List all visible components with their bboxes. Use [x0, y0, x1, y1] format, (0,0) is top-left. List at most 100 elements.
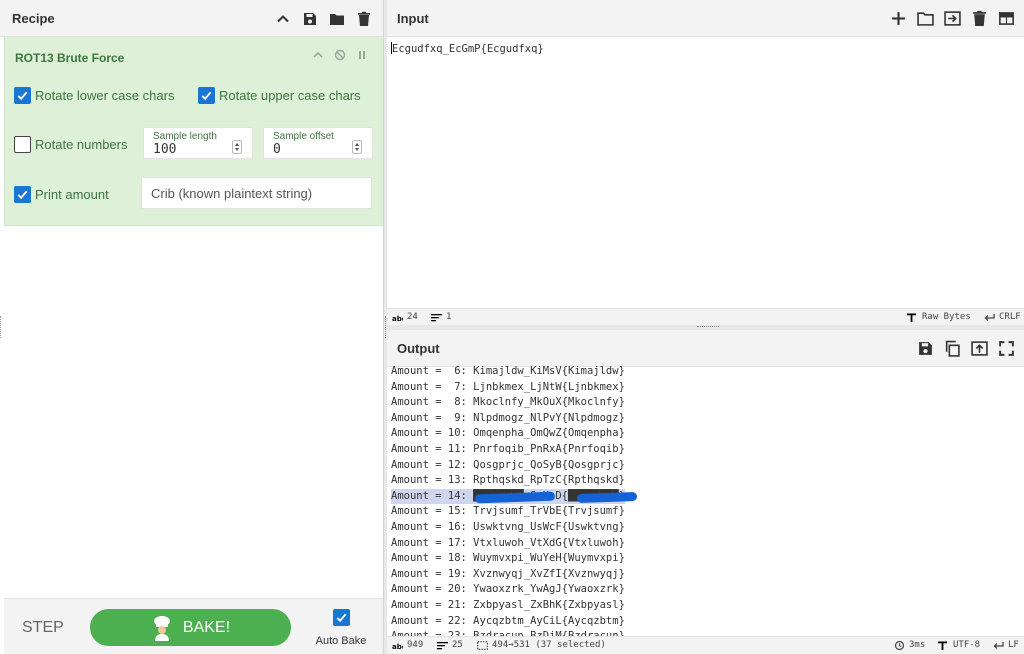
- output-line: Amount = 22: Aycqzbtm_AyCiL{Aycqzbtm}: [391, 614, 625, 627]
- output-line-count: 25: [437, 640, 463, 650]
- recipe-title: Recipe: [12, 11, 55, 26]
- sample-length-value[interactable]: 100: [153, 142, 176, 157]
- output-time-value: 3ms: [909, 640, 926, 650]
- output-encoding-value: UTF-8: [953, 640, 981, 650]
- output-line: Amount = 10: Omqenpha_OmQwZ{Omqenpha}: [391, 427, 625, 440]
- spinner-icon[interactable]: [352, 140, 362, 154]
- sample-offset-field[interactable]: Sample offset 0: [263, 127, 373, 159]
- text-format-icon: [938, 641, 947, 650]
- output-panel: Output Amount = 6: Kimajldw_KiMsV{Kimajl…: [387, 330, 1024, 654]
- rotate-numbers-label: Rotate numbers: [35, 137, 128, 152]
- auto-bake-toggle[interactable]: Auto Bake: [312, 609, 370, 649]
- copy-icon[interactable]: [943, 339, 962, 358]
- recipe-panel: Recipe ROT13 Brute Force Rotate lower ca…: [0, 0, 383, 654]
- eol-icon: [984, 313, 995, 321]
- print-amount-label: Print amount: [35, 187, 109, 202]
- trash-icon[interactable]: [354, 9, 373, 28]
- output-header: Output: [387, 330, 1024, 367]
- auto-bake-label: Auto Bake: [315, 635, 367, 647]
- output-eol-value: LF: [1008, 640, 1019, 650]
- text-format-icon: [907, 313, 916, 322]
- input-eol-value: CRLF: [999, 312, 1021, 322]
- sample-length-field[interactable]: Sample length 100: [143, 127, 253, 159]
- input-text: Ecgudfxq_EcGmP{Ecgudfxq}: [392, 43, 544, 55]
- output-line: Amount = 21: Zxbpyasl_ZxBhK{Zxbpyasl}: [391, 599, 625, 611]
- chevron-up-icon[interactable]: [273, 9, 292, 28]
- rotate-upper-label: Rotate upper case chars: [219, 88, 361, 103]
- output-line: Amount = 6: Kimajldw_KiMsV{Kimajldw}: [391, 365, 625, 377]
- recipe-footer: STEP BAKE! Auto Bake: [4, 598, 383, 654]
- rotate-lower-label: Rotate lower case chars: [35, 88, 175, 103]
- output-line: Amount = 20: Ywaoxzrk_YwAgJ{Ywaoxzrk}: [391, 583, 625, 596]
- layout-icon[interactable]: [997, 9, 1016, 28]
- output-text[interactable]: Amount = 6: Kimajldw_KiMsV{Kimajldw} Amou…: [387, 365, 1024, 636]
- sample-offset-label: Sample offset: [273, 131, 334, 142]
- chef-icon: [153, 615, 170, 641]
- output-line: Amount = 8: Mkoclnfy_MkOuX{Mkoclnfy}: [391, 396, 625, 409]
- cyberchef-app: Recipe ROT13 Brute Force Rotate lower ca…: [0, 0, 1024, 654]
- output-line: Amount = 18: Wuymvxpi_WuYeH{Wuymvxpi}: [391, 552, 625, 565]
- output-title: Output: [397, 341, 440, 356]
- input-panel: Input Ecgudfxq_EcGmP{Ecgudfxq} ab 24 1 R…: [387, 0, 1024, 325]
- folder-icon[interactable]: [327, 9, 346, 28]
- input-eol[interactable]: CRLF: [984, 312, 1021, 322]
- open-file-icon[interactable]: [943, 9, 962, 28]
- input-encoding[interactable]: Raw Bytes: [907, 312, 971, 322]
- rotate-numbers-checkbox[interactable]: Rotate numbers: [14, 136, 128, 153]
- print-amount-checkbox[interactable]: Print amount: [14, 186, 109, 203]
- lines-icon: [431, 313, 442, 321]
- output-lines-value: 25: [452, 640, 463, 650]
- operation-title: ROT13 Brute Force: [15, 51, 125, 65]
- maximise-icon[interactable]: [997, 339, 1016, 358]
- collapse-icon[interactable]: [311, 48, 325, 62]
- output-line: Amount = 16: Uswktvng_UsWcF{Uswktvng}: [391, 521, 625, 533]
- svg-text:abc: abc: [392, 315, 403, 322]
- add-tab-icon[interactable]: [889, 9, 908, 28]
- input-encoding-value: Raw Bytes: [922, 312, 971, 322]
- input-title: Input: [397, 11, 429, 26]
- replace-input-icon[interactable]: [970, 339, 989, 358]
- output-selection: 494→531 (37 selected): [477, 640, 606, 650]
- step-button[interactable]: STEP: [22, 619, 64, 637]
- sample-length-label: Sample length: [153, 131, 217, 142]
- save-output-icon[interactable]: [916, 339, 935, 358]
- checkbox-checked-icon[interactable]: [14, 87, 31, 104]
- input-header: Input: [387, 0, 1024, 37]
- input-char-count: abc 24: [392, 312, 418, 322]
- output-line: Amount = 13: Rpthqskd_RpTzC{Rpthqskd}: [391, 474, 625, 487]
- open-folder-icon[interactable]: [916, 9, 935, 28]
- input-line-count: 1: [431, 312, 451, 322]
- clock-icon: [894, 640, 905, 650]
- output-line: Amount = 23: Bzdracun_BzDjM{Bzdracun}: [391, 629, 625, 636]
- sample-offset-value[interactable]: 0: [273, 142, 281, 157]
- eol-icon: [993, 641, 1004, 649]
- output-line: Amount = 12: Qosgprjc_QoSyB{Qosgprjc}: [391, 458, 625, 471]
- checkbox-checked-icon[interactable]: [198, 87, 215, 104]
- abc-icon: abc: [392, 315, 403, 322]
- spinner-icon[interactable]: [232, 140, 242, 154]
- input-status-bar: abc 24 1 Raw Bytes CRLF: [387, 308, 1024, 325]
- left-resize-handle[interactable]: [0, 316, 3, 338]
- input-lines-value: 1: [446, 312, 452, 322]
- rotate-lower-checkbox[interactable]: Rotate lower case chars: [14, 87, 174, 104]
- bake-label: BAKE!: [182, 618, 231, 636]
- pause-icon[interactable]: [355, 48, 369, 62]
- save-icon[interactable]: [300, 9, 319, 28]
- clear-input-icon[interactable]: [970, 9, 989, 28]
- output-encoding[interactable]: UTF-8: [938, 640, 980, 650]
- lines-icon: [437, 641, 448, 649]
- checkbox-checked-icon[interactable]: [14, 186, 31, 203]
- checkbox-checked-icon[interactable]: [332, 609, 350, 626]
- output-chars-value: 949: [407, 640, 424, 650]
- checkbox-unchecked-icon[interactable]: [14, 136, 31, 153]
- bake-button[interactable]: BAKE!: [90, 609, 291, 646]
- disable-icon[interactable]: [333, 48, 347, 62]
- input-textarea[interactable]: Ecgudfxq_EcGmP{Ecgudfxq}: [391, 42, 544, 55]
- crib-input[interactable]: Crib (known plaintext string): [141, 177, 372, 209]
- rotate-upper-checkbox[interactable]: Rotate upper case chars: [198, 87, 361, 104]
- output-line: Amount = 9: Nlpdmogz_NlPvY{Nlpdmogz}: [391, 411, 625, 424]
- output-eol[interactable]: LF: [993, 640, 1019, 650]
- output-char-count: abc 949: [392, 640, 423, 650]
- output-selection-value: 494→531 (37 selected): [492, 640, 606, 650]
- output-line: Amount = 15: Trvjsumf_TrVbE{Trvjsumf}: [391, 505, 625, 518]
